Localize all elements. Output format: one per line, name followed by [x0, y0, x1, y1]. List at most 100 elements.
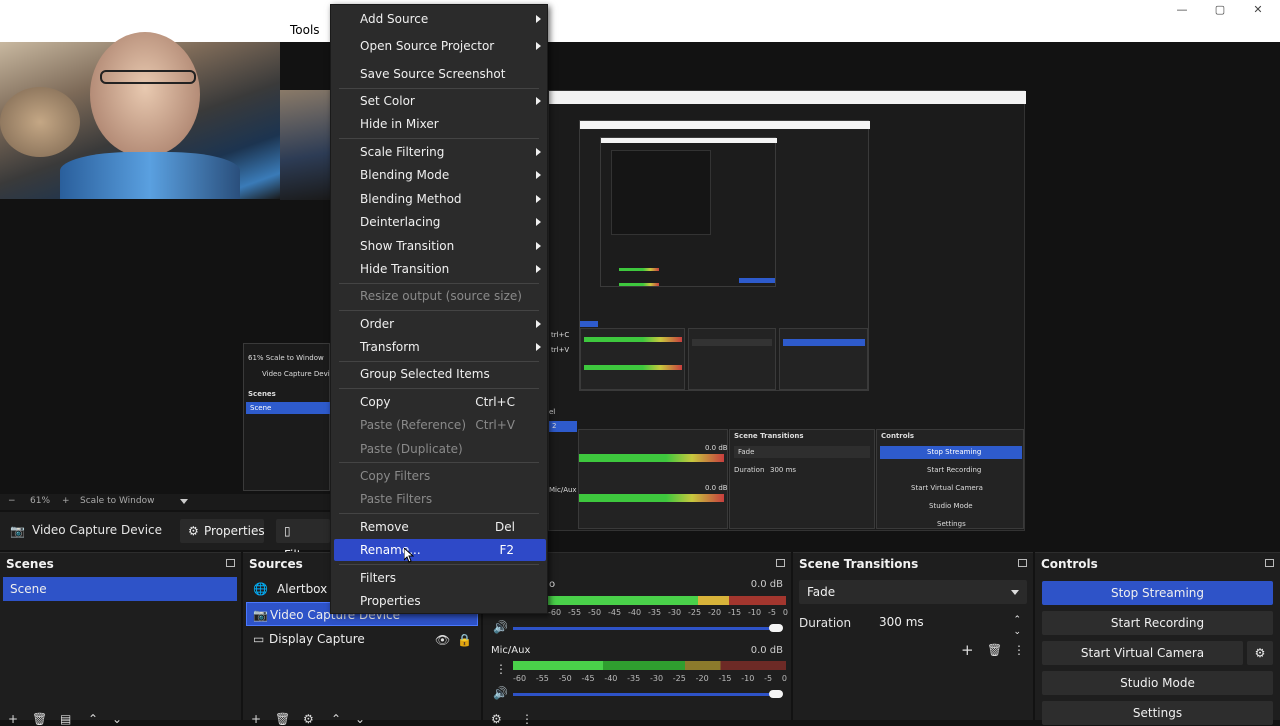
menu-tools[interactable]: Tools: [282, 20, 328, 42]
nested-stop-button: [783, 339, 865, 346]
submenu-arrow-icon: [536, 42, 541, 50]
add-transition-icon[interactable]: +: [961, 643, 974, 658]
dock-float-icon[interactable]: [776, 559, 785, 567]
submenu-arrow-icon: [536, 171, 541, 179]
remove-scene-icon[interactable]: 🗑: [32, 713, 47, 725]
menu-filters[interactable]: Filters: [331, 567, 547, 589]
menu-save-source-screenshot[interactable]: Save Source Screenshot: [331, 63, 547, 85]
nested-meter-b: [579, 494, 724, 502]
channel-1-meter: [548, 596, 786, 605]
menu-hide-in-mixer[interactable]: Hide in Mixer: [331, 113, 547, 135]
properties-button[interactable]: ⚙ Properties: [180, 519, 265, 543]
menu-show-transition[interactable]: Show Transition: [331, 235, 547, 257]
duration-label: Duration: [799, 616, 852, 630]
menu-paste-reference: Paste (Reference) Ctrl+V: [360, 418, 515, 432]
menu-properties[interactable]: Properties: [331, 590, 547, 612]
filters-button[interactable]: ▯ Filters: [276, 519, 330, 562]
menu-resize-output: Resize output (source size): [360, 289, 522, 303]
move-up-icon[interactable]: ⌃: [331, 713, 341, 725]
dock-float-icon[interactable]: [226, 559, 235, 567]
duration-input[interactable]: 300 ms ⌃ ⌄: [873, 610, 1027, 637]
remove-source-icon[interactable]: 🗑: [275, 713, 290, 725]
gear-icon: ⚙: [1254, 646, 1266, 660]
window-titlebar: — ▢ ✕: [0, 0, 1280, 20]
menu-group-selected-items[interactable]: Group Selected Items: [331, 363, 547, 385]
menu-blending-method[interactable]: Blending Method: [331, 188, 547, 210]
studio-mode-button[interactable]: Studio Mode: [1042, 671, 1273, 695]
source-settings-icon[interactable]: ⚙: [303, 713, 314, 725]
nested-db-2: 0.0 dB: [705, 484, 728, 492]
minimize-icon[interactable]: —: [1162, 0, 1202, 20]
add-scene-icon[interactable]: +: [8, 713, 18, 725]
zoom-out-button[interactable]: −: [8, 496, 16, 506]
dock-float-icon[interactable]: [1018, 559, 1027, 567]
zoom-in-button[interactable]: +: [62, 496, 70, 506]
remove-transition-icon[interactable]: 🗑: [987, 644, 1002, 656]
channel-1-volume-slider[interactable]: [513, 627, 775, 630]
nested-meter-2: [584, 365, 682, 370]
channel-1-ticks: -60 -55 -50 -45 -40 -35 -30 -25 -20 -15 -10 -5 0: [548, 608, 788, 617]
dock-float-icon[interactable]: [1265, 559, 1274, 567]
menu-blending-mode[interactable]: Blending Mode: [331, 164, 547, 186]
stop-streaming-button[interactable]: Stop Streaming: [1042, 581, 1273, 605]
menu-separator: [339, 388, 539, 389]
start-virtual-camera-button[interactable]: Start Virtual Camera: [1042, 641, 1243, 665]
mixer-menu-icon[interactable]: ⋮: [521, 713, 533, 725]
channel-2-volume-knob[interactable]: [769, 690, 783, 698]
add-source-icon[interactable]: +: [251, 713, 261, 725]
nested-left-source: Video Capture Device: [262, 370, 338, 378]
more-options-icon[interactable]: ⋮: [495, 663, 507, 675]
scene-filters-icon[interactable]: ▤: [60, 713, 71, 725]
menu-add-source[interactable]: Add Source: [331, 8, 547, 30]
start-recording-button[interactable]: Start Recording: [1042, 611, 1273, 635]
preview-canvas[interactable]: trl+C trl+V el 2 0.0 dB 0.0 dB Mic/Aux S…: [0, 32, 1280, 531]
scene-item[interactable]: Scene: [3, 577, 237, 601]
menu-hide-transition[interactable]: Hide Transition: [331, 258, 547, 280]
gear-icon: ⚙: [188, 524, 199, 538]
webcam-video-echo: [280, 90, 330, 200]
speaker-icon[interactable]: 🔊: [493, 621, 508, 633]
controls-dock: Controls Stop Streaming Start Recording …: [1035, 552, 1280, 725]
transitions-title: Scene Transitions: [799, 557, 919, 571]
nested-left-scene: Scene: [250, 404, 272, 412]
menu-paste-filters: Paste Filters: [360, 492, 433, 506]
maximize-icon[interactable]: ▢: [1200, 0, 1240, 20]
menu-separator: [339, 310, 539, 311]
close-icon[interactable]: ✕: [1238, 0, 1278, 20]
menu-set-color[interactable]: Set Color: [331, 90, 547, 112]
menu-order[interactable]: Order: [331, 313, 547, 335]
mixer-settings-icon[interactable]: ⚙: [491, 713, 502, 725]
transition-select[interactable]: Fade: [799, 580, 1027, 604]
submenu-arrow-icon: [536, 320, 541, 328]
menu-open-source-projector[interactable]: Open Source Projector: [331, 35, 547, 57]
lock-icon[interactable]: 🔒: [457, 634, 472, 646]
channel-2-volume-slider[interactable]: [513, 693, 775, 696]
menu-deinterlacing[interactable]: Deinterlacing: [331, 211, 547, 233]
scenes-title: Scenes: [6, 557, 54, 571]
menu-separator: [339, 283, 539, 284]
scale-dropdown-icon[interactable]: [180, 499, 188, 504]
scale-mode-select[interactable]: Scale to Window: [80, 496, 154, 506]
nested-preview-inner: [611, 150, 711, 235]
move-down-icon[interactable]: ⌄: [355, 713, 365, 725]
nested-controls: [779, 328, 868, 390]
menu-remove[interactable]: Remove Del: [331, 516, 547, 538]
selected-source-name: Video Capture Device: [32, 523, 163, 537]
channel-1-volume-knob[interactable]: [769, 624, 783, 632]
speaker-icon[interactable]: 🔊: [493, 687, 508, 699]
move-up-icon[interactable]: ⌃: [88, 713, 98, 725]
settings-button[interactable]: Settings: [1042, 701, 1273, 725]
webcam-video: [0, 32, 280, 199]
menu-transform[interactable]: Transform: [331, 336, 547, 358]
move-down-icon[interactable]: ⌄: [112, 713, 122, 725]
transition-menu-icon[interactable]: ⋮: [1013, 644, 1025, 656]
nested-obs-window-inner: [600, 137, 777, 287]
eye-icon[interactable]: 👁: [435, 634, 450, 646]
menu-rename[interactable]: Rename... F2: [334, 539, 546, 561]
nested-titlebar: [580, 121, 870, 129]
menu-scale-filtering[interactable]: Scale Filtering: [331, 141, 547, 163]
nested-left-zoom: 61% Scale to Window: [248, 354, 324, 362]
stepper-down-icon[interactable]: ⌄: [1013, 620, 1021, 644]
virtual-camera-settings-button[interactable]: ⚙: [1247, 641, 1273, 665]
menu-copy[interactable]: Copy Ctrl+C: [331, 391, 547, 413]
